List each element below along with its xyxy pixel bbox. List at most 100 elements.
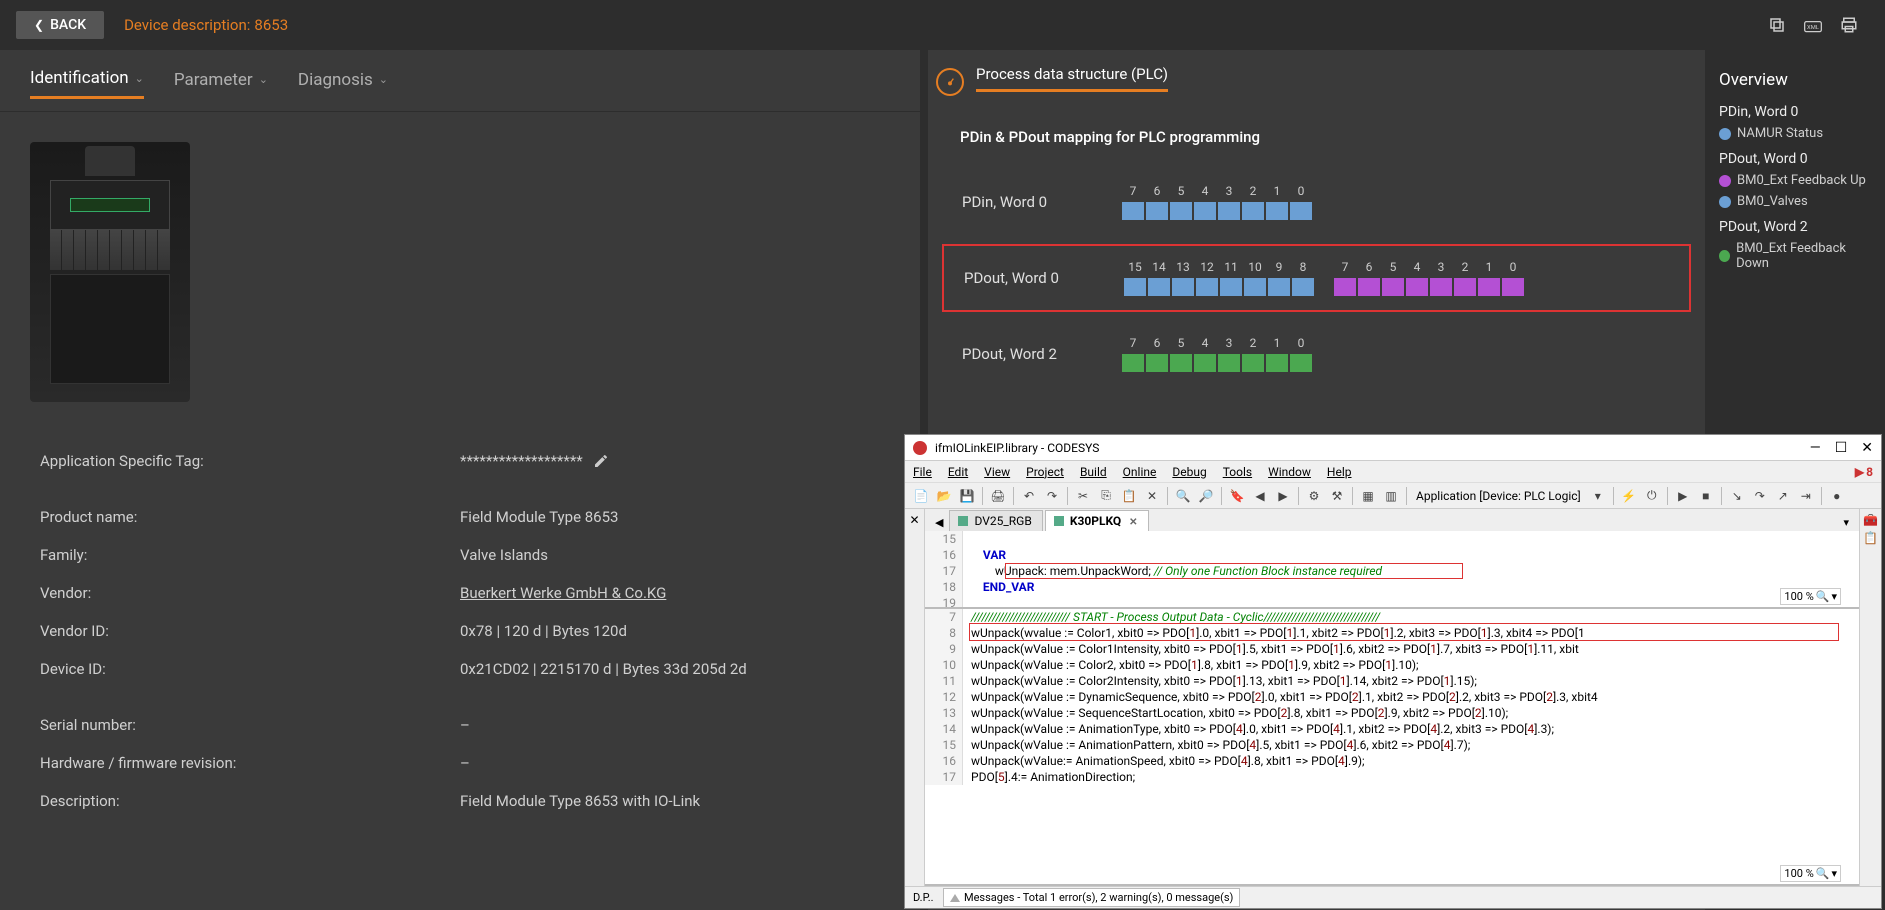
collapse-left-icon[interactable]: ✕ [905,509,925,886]
bit-cell[interactable] [1266,354,1288,372]
step-into-icon[interactable]: ↘ [1727,486,1747,506]
bit-cell[interactable] [1170,354,1192,372]
bit-cell[interactable] [1290,202,1312,220]
vendor-link[interactable]: Buerkert Werke GmbH & Co.KG [460,584,666,602]
bit-cell[interactable] [1148,278,1170,296]
bit-cell[interactable] [1194,354,1216,372]
find-icon[interactable]: 🔍 [1173,486,1193,506]
bit-cell[interactable] [1220,278,1242,296]
bit-cell[interactable] [1268,278,1290,296]
zoom-control[interactable]: 100 %🔍▾ [1780,865,1841,882]
bit-cell[interactable] [1430,278,1452,296]
build-icon[interactable]: ⚙ [1304,486,1324,506]
login-icon[interactable]: ⚡ [1619,486,1639,506]
zoom-control[interactable]: 100 %🔍▾ [1780,588,1841,605]
undo-icon[interactable]: ↶ [1019,486,1039,506]
bit-cell[interactable] [1122,354,1144,372]
print-icon[interactable]: 🖨 [988,486,1008,506]
bit-cell[interactable] [1146,202,1168,220]
replace-icon[interactable]: 🔎 [1196,486,1216,506]
notification-badge[interactable]: ▶ 8 [1855,465,1873,479]
bit-cell[interactable] [1244,278,1266,296]
code-pane-body[interactable]: 7//////////////////////////// START - Pr… [925,609,1859,886]
bit-cell[interactable] [1502,278,1524,296]
bit-cell[interactable] [1406,278,1428,296]
overview-item-extfb-down[interactable]: BM0_Ext Feedback Down [1719,241,1871,271]
minimize-icon[interactable]: — [1810,440,1821,456]
grid2-icon[interactable]: ▥ [1381,486,1401,506]
codesys-titlebar[interactable]: ifmIOLinkEIP.library - CODESYS — ☐ ✕ [905,435,1881,461]
bit-cell[interactable] [1124,278,1146,296]
bit-cell[interactable] [1478,278,1500,296]
menu-edit[interactable]: Edit [948,465,968,479]
bit-cell[interactable] [1170,202,1192,220]
bit-cell[interactable] [1172,278,1194,296]
redo-icon[interactable]: ↷ [1042,486,1062,506]
bit-cell[interactable] [1292,278,1314,296]
bit-cell[interactable] [1196,278,1218,296]
application-context[interactable]: Application [Device: PLC Logic] [1416,489,1581,503]
prev-bookmark-icon[interactable]: ◀ [1250,486,1270,506]
back-button[interactable]: ❮ BACK [16,11,104,39]
logout-icon[interactable]: ⏻ [1642,486,1662,506]
start-icon[interactable]: ▶ [1673,486,1693,506]
tab-parameter[interactable]: Parameter ⌄ [174,68,268,99]
copy-icon[interactable] [1765,13,1789,37]
bit-cell[interactable] [1334,278,1356,296]
delete-icon[interactable]: ✕ [1142,486,1162,506]
code-pane-declarations[interactable]: 15 16 VAR17 wUnpack: mem.UnpackWord; // … [925,531,1859,609]
bit-cell[interactable] [1242,354,1264,372]
bit-cell[interactable] [1358,278,1380,296]
bookmark-icon[interactable]: 🔖 [1227,486,1247,506]
menu-online[interactable]: Online [1123,465,1157,479]
copy-icon[interactable]: ⎘ [1096,486,1116,506]
menu-tools[interactable]: Tools [1223,465,1252,479]
save-icon[interactable]: 💾 [957,486,977,506]
print-icon[interactable] [1837,13,1861,37]
xml-export-icon[interactable]: XML [1801,13,1825,37]
overview-item-extfb-up[interactable]: BM0_Ext Feedback Up [1719,173,1871,188]
messages-panel[interactable]: Messages - Total 1 error(s), 2 warning(s… [943,888,1240,907]
bit-cell[interactable] [1146,354,1168,372]
props-icon[interactable]: 📋 [1863,531,1878,545]
tab-diagnosis[interactable]: Diagnosis ⌄ [298,68,388,99]
open-icon[interactable]: 📂 [934,486,954,506]
bit-cell[interactable] [1290,354,1312,372]
tab-nav-left-icon[interactable]: ◀ [931,514,947,531]
cut-icon[interactable]: ✂ [1073,486,1093,506]
editor-tab-dv25[interactable]: DV25_RGB [949,510,1042,531]
maximize-icon[interactable]: ☐ [1835,440,1848,456]
bit-cell[interactable] [1122,202,1144,220]
bit-cell[interactable] [1382,278,1404,296]
run-cursor-icon[interactable]: ⇥ [1796,486,1816,506]
toolbox-icon[interactable]: 🧰 [1863,513,1878,527]
menu-debug[interactable]: Debug [1172,465,1206,479]
tab-close-icon[interactable] [1127,514,1137,528]
stop-icon[interactable]: ■ [1696,486,1716,506]
bit-cell[interactable] [1242,202,1264,220]
bit-cell[interactable] [1218,354,1240,372]
bit-cell[interactable] [1218,202,1240,220]
bit-cell[interactable] [1454,278,1476,296]
step-out-icon[interactable]: ↗ [1773,486,1793,506]
overview-item-namur[interactable]: NAMUR Status [1719,126,1871,141]
editor-tab-k30plkq[interactable]: K30PLKQ [1045,510,1149,531]
menu-help[interactable]: Help [1327,465,1352,479]
edit-icon[interactable] [593,453,609,469]
bit-cell[interactable] [1266,202,1288,220]
paste-icon[interactable]: 📋 [1119,486,1139,506]
overview-item-valves[interactable]: BM0_Valves [1719,194,1871,209]
tab-nav-right-icon[interactable]: ▾ [1839,514,1853,531]
new-icon[interactable]: 📄 [911,486,931,506]
menu-view[interactable]: View [984,465,1010,479]
bit-cell[interactable] [1194,202,1216,220]
rebuild-icon[interactable]: ⚒ [1327,486,1347,506]
menu-build[interactable]: Build [1080,465,1107,479]
step-over-icon[interactable]: ↷ [1750,486,1770,506]
dropdown-icon[interactable]: ▾ [1588,486,1608,506]
menu-project[interactable]: Project [1026,465,1064,479]
grid-icon[interactable]: ▦ [1358,486,1378,506]
breakpoint-icon[interactable]: ● [1827,486,1847,506]
menu-window[interactable]: Window [1268,465,1311,479]
tab-identification[interactable]: Identification ⌄ [30,68,144,99]
